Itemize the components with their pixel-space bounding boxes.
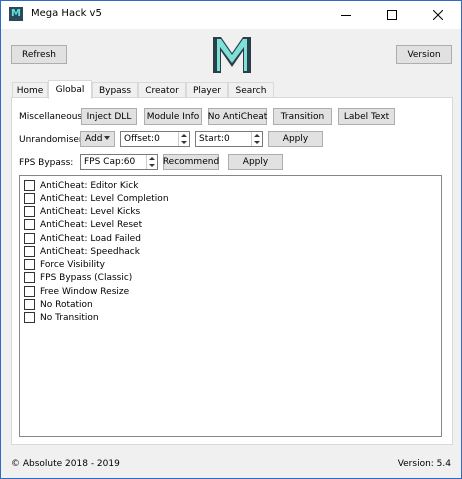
mega-hack-logo: [213, 37, 251, 73]
option-label: AntiCheat: Load Failed: [40, 233, 141, 244]
unrandomiser-label: Unrandomiser:: [19, 135, 86, 145]
arrow-down-icon: [149, 164, 155, 167]
miscellaneous-label: Miscellaneous:: [19, 112, 86, 122]
checkbox[interactable]: [24, 246, 35, 257]
option-fps-bypass-classic[interactable]: FPS Bypass (Classic): [24, 271, 132, 284]
option-no-transition[interactable]: No Transition: [24, 311, 99, 324]
maximize-button[interactable]: [369, 1, 415, 29]
unrandomiser-mode-select[interactable]: Add: [80, 131, 115, 147]
start-value: Start:0: [199, 134, 230, 144]
label-text-button[interactable]: Label Text: [338, 108, 395, 125]
unrandomiser-apply-button[interactable]: Apply: [268, 131, 323, 147]
window-title: Mega Hack v5: [31, 8, 102, 19]
tab-creator[interactable]: Creator: [138, 82, 186, 98]
stepper-arrows[interactable]: [178, 132, 189, 146]
checkbox[interactable]: [24, 272, 35, 283]
offset-value: Offset:0: [124, 134, 160, 144]
option-label: AntiCheat: Level Completion: [40, 193, 169, 204]
option-label: AntiCheat: Level Reset: [40, 219, 143, 230]
option-anticheat-level-completion[interactable]: AntiCheat: Level Completion: [24, 192, 169, 205]
option-label: AntiCheat: Speedhack: [40, 246, 140, 257]
checkbox[interactable]: [24, 312, 35, 323]
checkbox[interactable]: [24, 286, 35, 297]
copyright-text: © Absolute 2018 - 2019: [11, 459, 120, 469]
fps-bypass-label: FPS Bypass:: [19, 158, 74, 168]
chevron-down-icon: [104, 136, 110, 140]
arrow-up-icon: [181, 134, 187, 137]
no-anticheat-button[interactable]: No AntiCheat: [208, 108, 267, 125]
checkbox[interactable]: [24, 233, 35, 244]
minimize-button[interactable]: [323, 1, 369, 29]
options-checklist: AntiCheat: Editor Kick AntiCheat: Level …: [19, 175, 442, 437]
inject-dll-button[interactable]: Inject DLL: [81, 108, 137, 125]
option-label: AntiCheat: Editor Kick: [40, 180, 139, 191]
option-anticheat-editor-kick[interactable]: AntiCheat: Editor Kick: [24, 179, 138, 192]
module-info-button[interactable]: Module Info: [144, 108, 202, 125]
checkbox[interactable]: [24, 206, 35, 217]
fps-cap-stepper[interactable]: FPS Cap:60: [80, 154, 158, 170]
tab-bypass[interactable]: Bypass: [92, 82, 138, 98]
checkbox[interactable]: [24, 299, 35, 310]
tab-home[interactable]: Home: [12, 82, 48, 98]
tab-search[interactable]: Search: [228, 82, 274, 98]
close-icon: [433, 10, 443, 20]
option-label: No Transition: [40, 312, 99, 323]
tab-player[interactable]: Player: [186, 82, 228, 98]
app-window: M Mega Hack v5 Refresh Version Home Glob…: [0, 0, 462, 479]
fps-apply-button[interactable]: Apply: [228, 154, 283, 170]
minimize-icon: [341, 14, 351, 16]
app-icon: M: [9, 7, 23, 21]
stepper-arrows[interactable]: [251, 132, 262, 146]
arrow-up-icon: [149, 157, 155, 160]
checkbox[interactable]: [24, 259, 35, 270]
checkbox[interactable]: [24, 219, 35, 230]
option-label: AntiCheat: Level Kicks: [40, 206, 141, 217]
option-label: No Rotation: [40, 299, 93, 310]
option-anticheat-level-kicks[interactable]: AntiCheat: Level Kicks: [24, 205, 140, 218]
arrow-down-icon: [254, 141, 260, 144]
unrandomiser-mode-value: Add: [85, 134, 103, 144]
stepper-arrows[interactable]: [146, 155, 157, 169]
close-button[interactable]: [415, 1, 461, 29]
offset-stepper[interactable]: Offset:0: [120, 131, 190, 147]
maximize-icon: [387, 10, 397, 20]
transition-button[interactable]: Transition: [273, 108, 332, 125]
option-label: Force Visibility: [40, 259, 105, 270]
option-anticheat-load-failed[interactable]: AntiCheat: Load Failed: [24, 232, 141, 245]
option-force-visibility[interactable]: Force Visibility: [24, 258, 105, 271]
option-free-window-resize[interactable]: Free Window Resize: [24, 285, 129, 298]
checkbox[interactable]: [24, 180, 35, 191]
title-bar[interactable]: M Mega Hack v5: [1, 1, 461, 29]
recommend-button[interactable]: Recommend: [163, 154, 219, 170]
version-text: Version: 5.4: [397, 459, 451, 469]
arrow-down-icon: [181, 141, 187, 144]
option-label: FPS Bypass (Classic): [40, 272, 133, 283]
arrow-up-icon: [254, 134, 260, 137]
option-anticheat-level-reset[interactable]: AntiCheat: Level Reset: [24, 218, 142, 231]
start-stepper[interactable]: Start:0: [195, 131, 263, 147]
option-no-rotation[interactable]: No Rotation: [24, 298, 93, 311]
checkbox[interactable]: [24, 193, 35, 204]
option-anticheat-speedhack[interactable]: AntiCheat: Speedhack: [24, 245, 140, 258]
fps-cap-value: FPS Cap:60: [84, 157, 136, 167]
version-button[interactable]: Version: [396, 45, 452, 64]
option-label: Free Window Resize: [40, 286, 130, 297]
tab-global[interactable]: Global: [48, 80, 92, 99]
refresh-button[interactable]: Refresh: [11, 45, 67, 64]
